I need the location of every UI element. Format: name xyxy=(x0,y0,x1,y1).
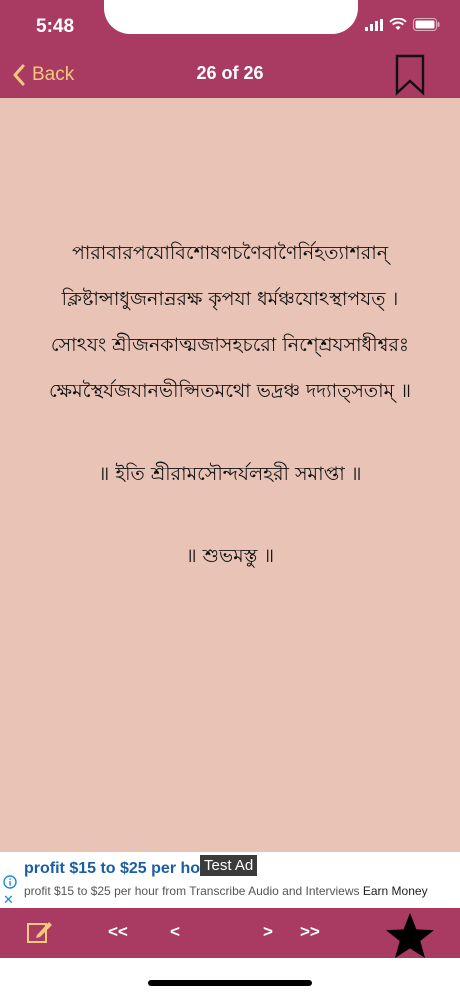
previous-page-button[interactable]: < xyxy=(170,922,180,942)
ad-cta-label[interactable]: Earn Money xyxy=(363,884,428,898)
verse-line: সোঽযং শ্রীজনকাত্মজাসহচরো নিশ্শ্রেযসাধীশ্… xyxy=(50,334,410,356)
header: 5:48 Back 26 of 26 xyxy=(0,0,460,98)
status-bar: 5:48 xyxy=(0,0,460,54)
verse-line: পারাবারপযোবিশোষণচণৈবাণৈর্নিহত্যাশরান্ xyxy=(71,242,389,264)
bookmark-icon xyxy=(395,54,425,96)
bottom-toolbar: << < > >> xyxy=(0,908,460,958)
edit-button[interactable] xyxy=(26,918,54,950)
home-indicator[interactable] xyxy=(148,980,312,986)
home-indicator-area xyxy=(0,958,460,996)
navigation-bar: Back 26 of 26 xyxy=(0,54,460,98)
blessing-text: ॥ শুভমস্তু ॥ xyxy=(185,545,275,567)
ad-banner[interactable]: profit $15 to $25 per ho Test Ad ✕ profi… xyxy=(0,852,460,908)
test-ad-label: Test Ad xyxy=(200,855,258,876)
star-icon xyxy=(386,913,434,958)
edit-note-icon xyxy=(27,922,52,943)
status-icons xyxy=(365,18,440,31)
favorite-button[interactable] xyxy=(384,912,436,962)
ad-close-icon[interactable]: ✕ xyxy=(3,893,14,908)
status-time: 5:48 xyxy=(36,16,75,37)
page-counter-title: 26 of 26 xyxy=(196,63,264,83)
ad-body-text: profit $15 to $25 per hour from Transcri… xyxy=(24,884,360,898)
battery-icon xyxy=(413,18,440,31)
first-page-button[interactable]: << xyxy=(108,922,128,942)
verse-line: ক্ষেমস্থৈর্যজযানভীপ্সিতমথো ভদ্রঞ্চ দদ্যা… xyxy=(48,380,412,402)
verse-line: ক্লিষ্টান্সাধুজনান্ররক্ষ কৃপযা ধর্মঞ্চযো… xyxy=(61,288,399,310)
next-page-button[interactable]: > xyxy=(263,922,273,942)
ad-info-icon[interactable] xyxy=(3,875,17,889)
colophon-text: ॥ ইতি শ্রীরামসৌন্দর্যলহরী সমাপ্তা ॥ xyxy=(98,463,362,485)
wifi-icon xyxy=(389,18,407,30)
sloka-content: পারাবারপযোবিশোষণচণৈবাণৈর্নিহত্যাশরান্ ক্… xyxy=(0,230,460,574)
ad-headline[interactable]: profit $15 to $25 per ho xyxy=(24,860,200,878)
signal-icon xyxy=(365,18,383,31)
ad-body[interactable]: profit $15 to $25 per hour from Transcri… xyxy=(24,884,428,898)
verse-block: পারাবারপযোবিশোষণচণৈবাণৈর্নিহত্যাশরান্ ক্… xyxy=(0,230,460,414)
bookmark-button[interactable] xyxy=(393,54,427,96)
last-page-button[interactable]: >> xyxy=(300,922,320,942)
device-notch xyxy=(104,0,358,34)
